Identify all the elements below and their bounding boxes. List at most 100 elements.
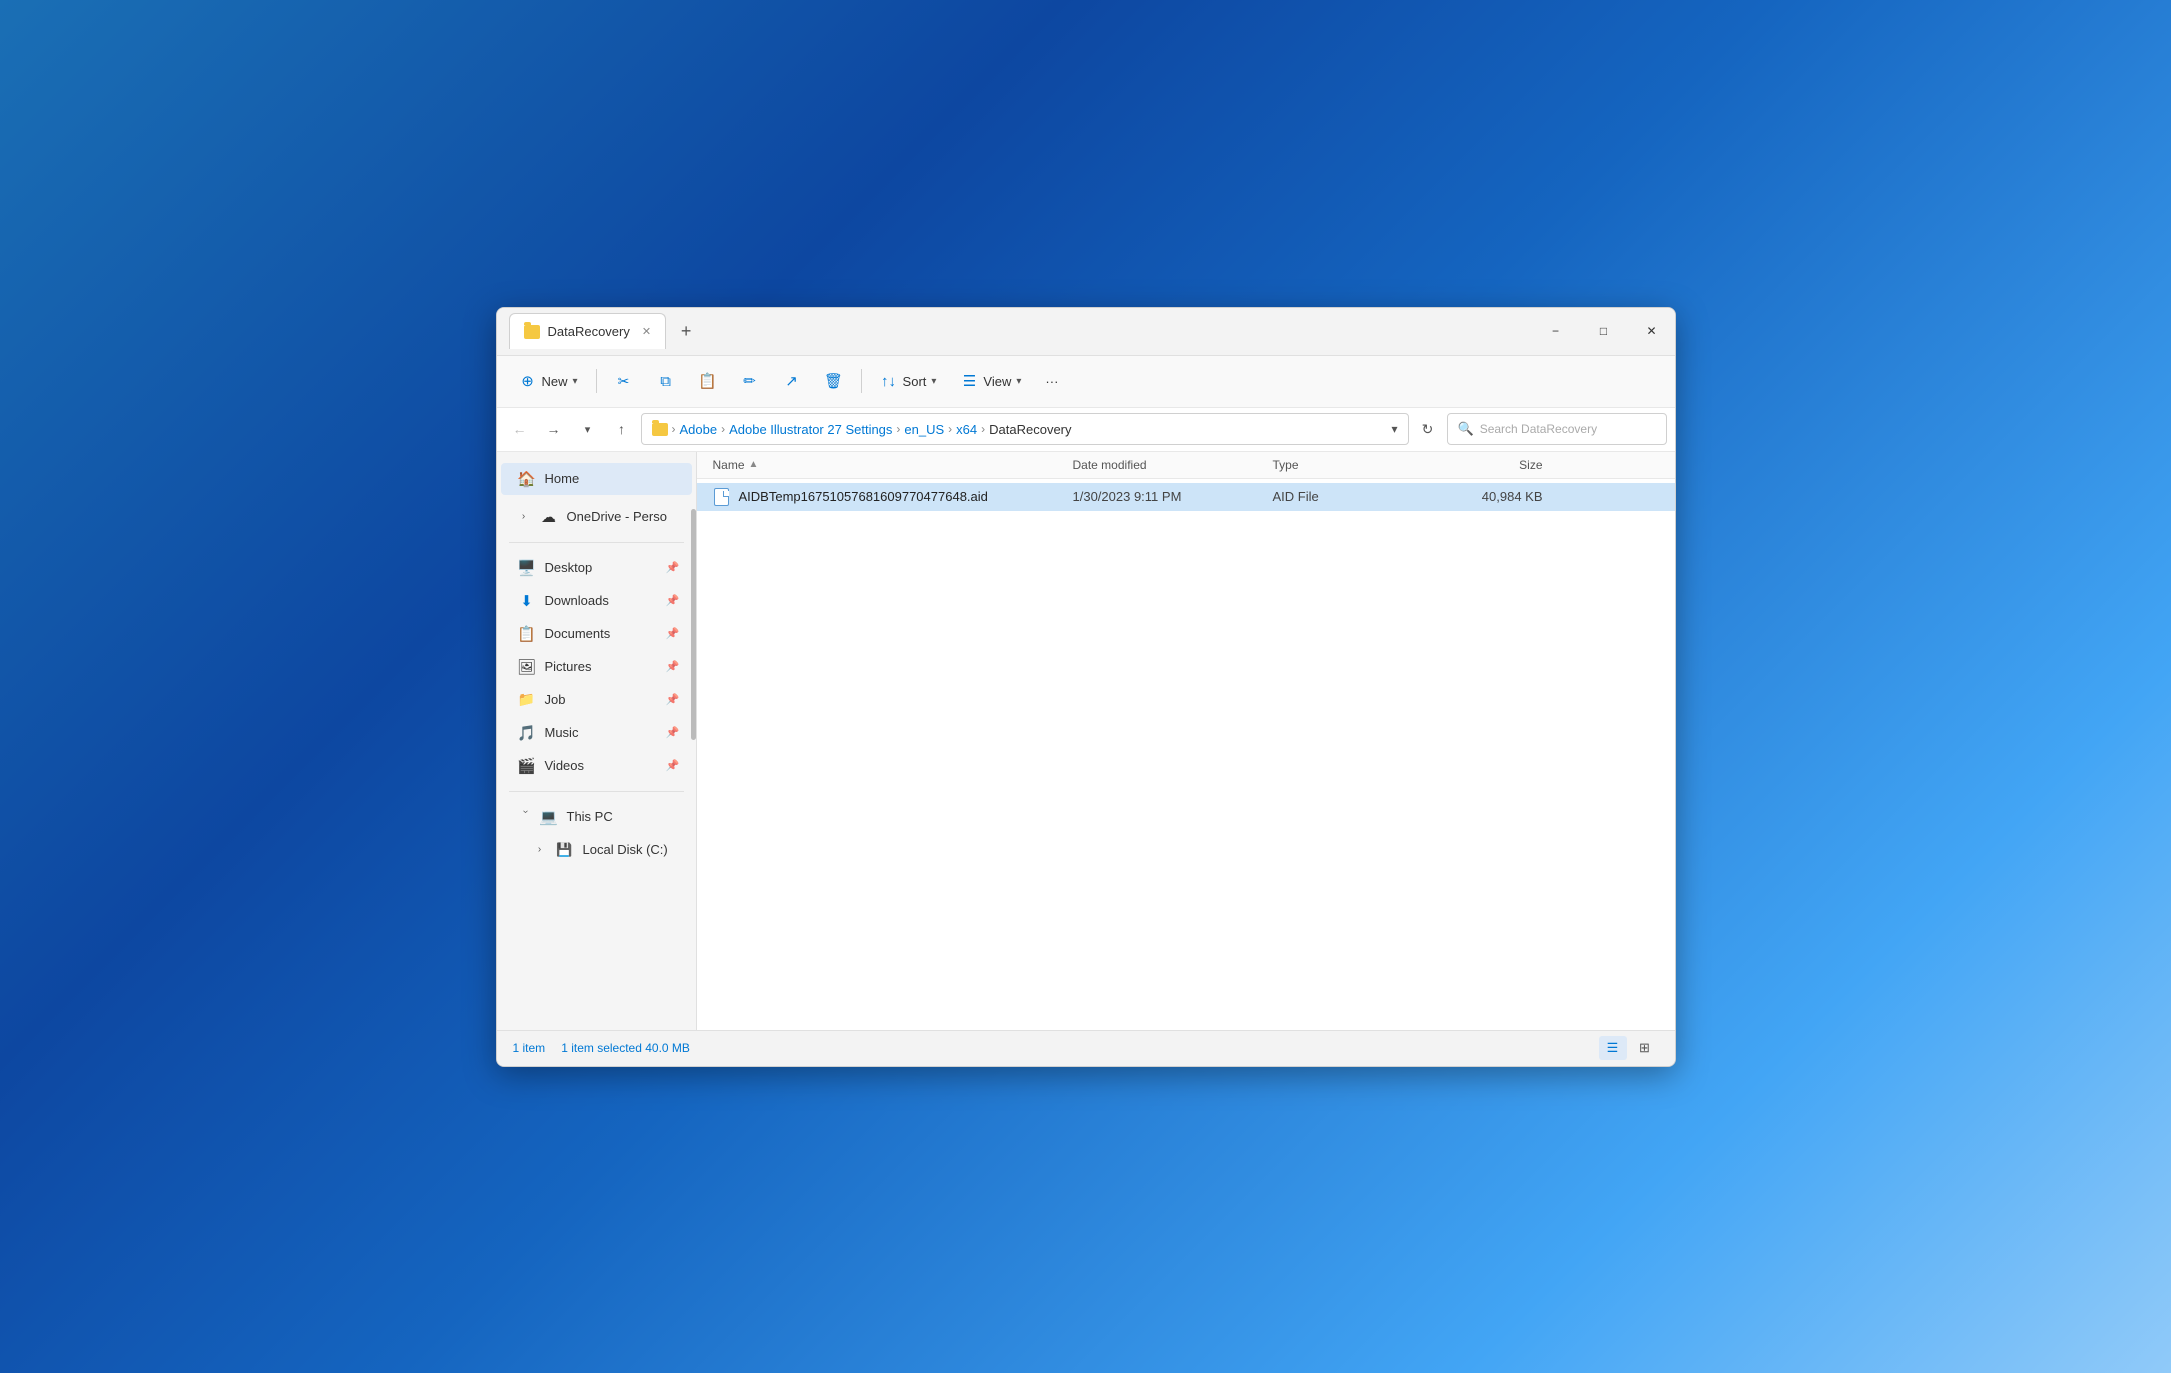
- view-chevron-icon: ▾: [1016, 376, 1021, 387]
- col-header-size[interactable]: Size: [1423, 458, 1543, 472]
- breadcrumb-settings[interactable]: Adobe Illustrator 27 Settings: [729, 422, 892, 437]
- downloads-icon: ⬇: [517, 591, 537, 611]
- delete-icon: 🗑: [825, 372, 843, 390]
- view-icon: ☰: [960, 372, 978, 390]
- sidebar-item-documents[interactable]: 📋 Documents 📌: [501, 618, 692, 650]
- more-button[interactable]: ···: [1035, 369, 1068, 394]
- new-button[interactable]: ⊕ New ▾: [509, 367, 588, 395]
- videos-icon: 🎬: [517, 756, 537, 776]
- col-header-name[interactable]: Name ▲: [713, 458, 1073, 472]
- view-toggles: ☰ ⊞: [1599, 1036, 1659, 1060]
- sidebar-quick-access: 🖥️ Desktop 📌 ⬇ Downloads 📌 📋 Documents 📌…: [497, 549, 696, 785]
- sidebar-item-onedrive[interactable]: › ☁ OneDrive - Perso: [501, 501, 692, 533]
- videos-pin-icon: 📌: [666, 759, 680, 772]
- sidebar-item-pictures[interactable]: 🖼 Pictures 📌: [501, 651, 692, 683]
- active-tab[interactable]: DataRecovery ✕: [509, 313, 667, 349]
- delete-button[interactable]: 🗑: [815, 367, 853, 395]
- new-tab-button[interactable]: +: [670, 315, 702, 347]
- copy-button[interactable]: ⧉: [647, 367, 685, 395]
- refresh-button[interactable]: ↻: [1413, 414, 1443, 444]
- selection-info: 1 item selected 40.0 MB: [561, 1041, 690, 1055]
- recent-locations-button[interactable]: ▾: [573, 414, 603, 444]
- breadcrumb-adobe[interactable]: Adobe: [680, 422, 718, 437]
- sidebar-divider-1: [509, 542, 684, 543]
- cut-icon: ✂: [615, 372, 633, 390]
- grid-view-button[interactable]: ⊞: [1631, 1036, 1659, 1060]
- music-icon: 🎵: [517, 723, 537, 743]
- documents-icon: 📋: [517, 624, 537, 644]
- desktop-pin-icon: 📌: [666, 561, 680, 574]
- tab-label: DataRecovery: [548, 324, 630, 339]
- search-box[interactable]: 🔍 Search DataRecovery: [1447, 413, 1667, 445]
- nav-bar: ← → ▾ ↑ › Adobe › Adobe Illustrator 27 S…: [497, 408, 1675, 452]
- sidebar-this-pc-section: › 💻 This PC › 💾 Local Disk (C:): [497, 798, 696, 869]
- job-icon: 📁: [517, 690, 537, 710]
- tab-close-icon[interactable]: ✕: [642, 325, 651, 338]
- local-disk-expand-icon: ›: [533, 843, 547, 857]
- breadcrumb-en-us[interactable]: en_US: [904, 422, 944, 437]
- view-label: View: [983, 374, 1011, 389]
- minimize-button[interactable]: −: [1533, 315, 1579, 347]
- sidebar-home-section: 🏠 Home: [497, 460, 696, 498]
- sort-chevron-icon: ▾: [931, 376, 936, 387]
- breadcrumb-datarecovery: DataRecovery: [989, 422, 1071, 437]
- toolbar: ⊕ New ▾ ✂ ⧉ 📋 ✏ ↗ 🗑 ↑↓ Sort ▾ ☰: [497, 356, 1675, 408]
- this-pc-expand-icon: ›: [517, 810, 531, 824]
- rename-button[interactable]: ✏: [731, 367, 769, 395]
- sidebar-onedrive-label: OneDrive - Perso: [567, 509, 680, 524]
- sidebar-item-job[interactable]: 📁 Job 📌: [501, 684, 692, 716]
- sidebar-item-this-pc[interactable]: › 💻 This PC: [501, 801, 692, 833]
- col-header-type[interactable]: Type: [1273, 458, 1423, 472]
- main-area: 🏠 Home › ☁ OneDrive - Perso 🖥️ Desktop 📌: [497, 452, 1675, 1030]
- sidebar-item-music[interactable]: 🎵 Music 📌: [501, 717, 692, 749]
- sidebar-item-home[interactable]: 🏠 Home: [501, 463, 692, 495]
- breadcrumb-dropdown-icon[interactable]: ▾: [1391, 422, 1397, 436]
- close-button[interactable]: ✕: [1629, 315, 1675, 347]
- tab-folder-icon: [524, 325, 540, 339]
- maximize-button[interactable]: □: [1581, 315, 1627, 347]
- list-view-button[interactable]: ☰: [1599, 1036, 1627, 1060]
- sort-label: Sort: [903, 374, 927, 389]
- sidebar-item-videos[interactable]: 🎬 Videos 📌: [501, 750, 692, 782]
- col-header-date[interactable]: Date modified: [1073, 458, 1273, 472]
- sort-icon: ↑↓: [880, 372, 898, 390]
- breadcrumb-sep-2: ›: [896, 422, 900, 436]
- up-button[interactable]: ↑: [607, 414, 637, 444]
- view-button[interactable]: ☰ View ▾: [950, 367, 1031, 395]
- col-name-label: Name: [713, 458, 745, 472]
- status-bar: 1 item 1 item selected 40.0 MB ☰ ⊞: [497, 1030, 1675, 1066]
- sidebar-pictures-label: Pictures: [545, 659, 658, 674]
- breadcrumb-folder-icon: [652, 423, 668, 436]
- toolbar-sep-2: [861, 369, 862, 393]
- title-bar: DataRecovery ✕ + − □ ✕: [497, 308, 1675, 356]
- sidebar: 🏠 Home › ☁ OneDrive - Perso 🖥️ Desktop 📌: [497, 452, 697, 1030]
- forward-button[interactable]: →: [539, 414, 569, 444]
- window-controls: − □ ✕: [1533, 315, 1675, 347]
- col-date-label: Date modified: [1073, 458, 1147, 472]
- sort-button[interactable]: ↑↓ Sort ▾: [870, 367, 947, 395]
- pictures-icon: 🖼: [517, 657, 537, 677]
- sidebar-music-label: Music: [545, 725, 658, 740]
- breadcrumb-x64[interactable]: x64: [956, 422, 977, 437]
- sidebar-scrollbar-thumb[interactable]: [691, 509, 696, 740]
- item-count: 1 item: [513, 1041, 546, 1055]
- share-icon: ↗: [783, 372, 801, 390]
- sidebar-videos-label: Videos: [545, 758, 658, 773]
- paste-icon: 📋: [699, 372, 717, 390]
- home-icon: 🏠: [517, 469, 537, 489]
- breadcrumb-sep-4: ›: [981, 422, 985, 436]
- search-placeholder: Search DataRecovery: [1480, 422, 1597, 436]
- table-row[interactable]: AIDBTemp16751057681609770477648.aid 1/30…: [697, 483, 1675, 511]
- col-name-sort-icon: ▲: [749, 459, 759, 470]
- sidebar-item-downloads[interactable]: ⬇ Downloads 📌: [501, 585, 692, 617]
- share-button[interactable]: ↗: [773, 367, 811, 395]
- sidebar-item-desktop[interactable]: 🖥️ Desktop 📌: [501, 552, 692, 584]
- sidebar-divider-2: [509, 791, 684, 792]
- cut-button[interactable]: ✂: [605, 367, 643, 395]
- paste-button[interactable]: 📋: [689, 367, 727, 395]
- breadcrumb-bar[interactable]: › Adobe › Adobe Illustrator 27 Settings …: [641, 413, 1409, 445]
- rename-icon: ✏: [741, 372, 759, 390]
- file-name: AIDBTemp16751057681609770477648.aid: [739, 489, 988, 504]
- sidebar-item-local-disk[interactable]: › 💾 Local Disk (C:): [501, 834, 692, 866]
- back-button[interactable]: ←: [505, 414, 535, 444]
